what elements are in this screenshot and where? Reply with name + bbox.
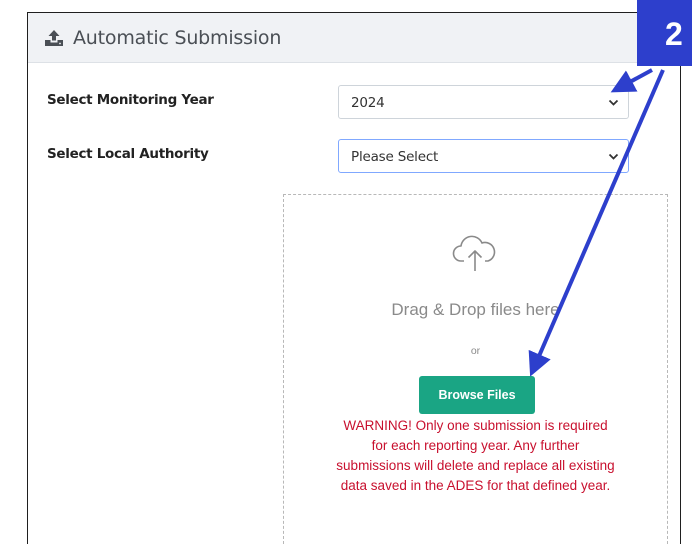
cloud-upload-icon — [452, 235, 496, 271]
warning-line: for each reporting year. Any further — [371, 438, 580, 453]
warning-message: WARNING! Only one submission is required… — [284, 416, 667, 496]
automatic-submission-panel: Automatic Submission Select Monitoring Y… — [27, 12, 681, 544]
monitoring-year-label: Select Monitoring Year — [47, 92, 214, 108]
local-authority-value: Please Select — [351, 149, 439, 165]
step-number-badge: 2 — [637, 0, 692, 66]
browse-files-button[interactable]: Browse Files — [419, 376, 535, 414]
panel-header: Automatic Submission — [28, 13, 680, 63]
local-authority-label: Select Local Authority — [47, 146, 209, 162]
warning-line: submissions will delete and replace all … — [336, 458, 615, 473]
drag-drop-text: Drag & Drop files here — [391, 300, 560, 319]
monitoring-year-value: 2024 — [351, 95, 385, 111]
file-dropzone[interactable]: Drag & Drop files here or Browse Files W… — [283, 194, 668, 544]
panel-title: Automatic Submission — [73, 27, 282, 49]
chevron-down-icon — [608, 153, 619, 160]
monitoring-year-select[interactable]: 2024 — [338, 85, 629, 119]
or-text: or — [470, 345, 481, 357]
upload-tray-icon — [45, 30, 63, 46]
local-authority-select[interactable]: Please Select — [338, 139, 629, 173]
chevron-down-icon — [608, 99, 619, 106]
warning-line: WARNING! Only one submission is required — [343, 418, 608, 433]
warning-line: data saved in the ADES for that defined … — [340, 478, 611, 493]
